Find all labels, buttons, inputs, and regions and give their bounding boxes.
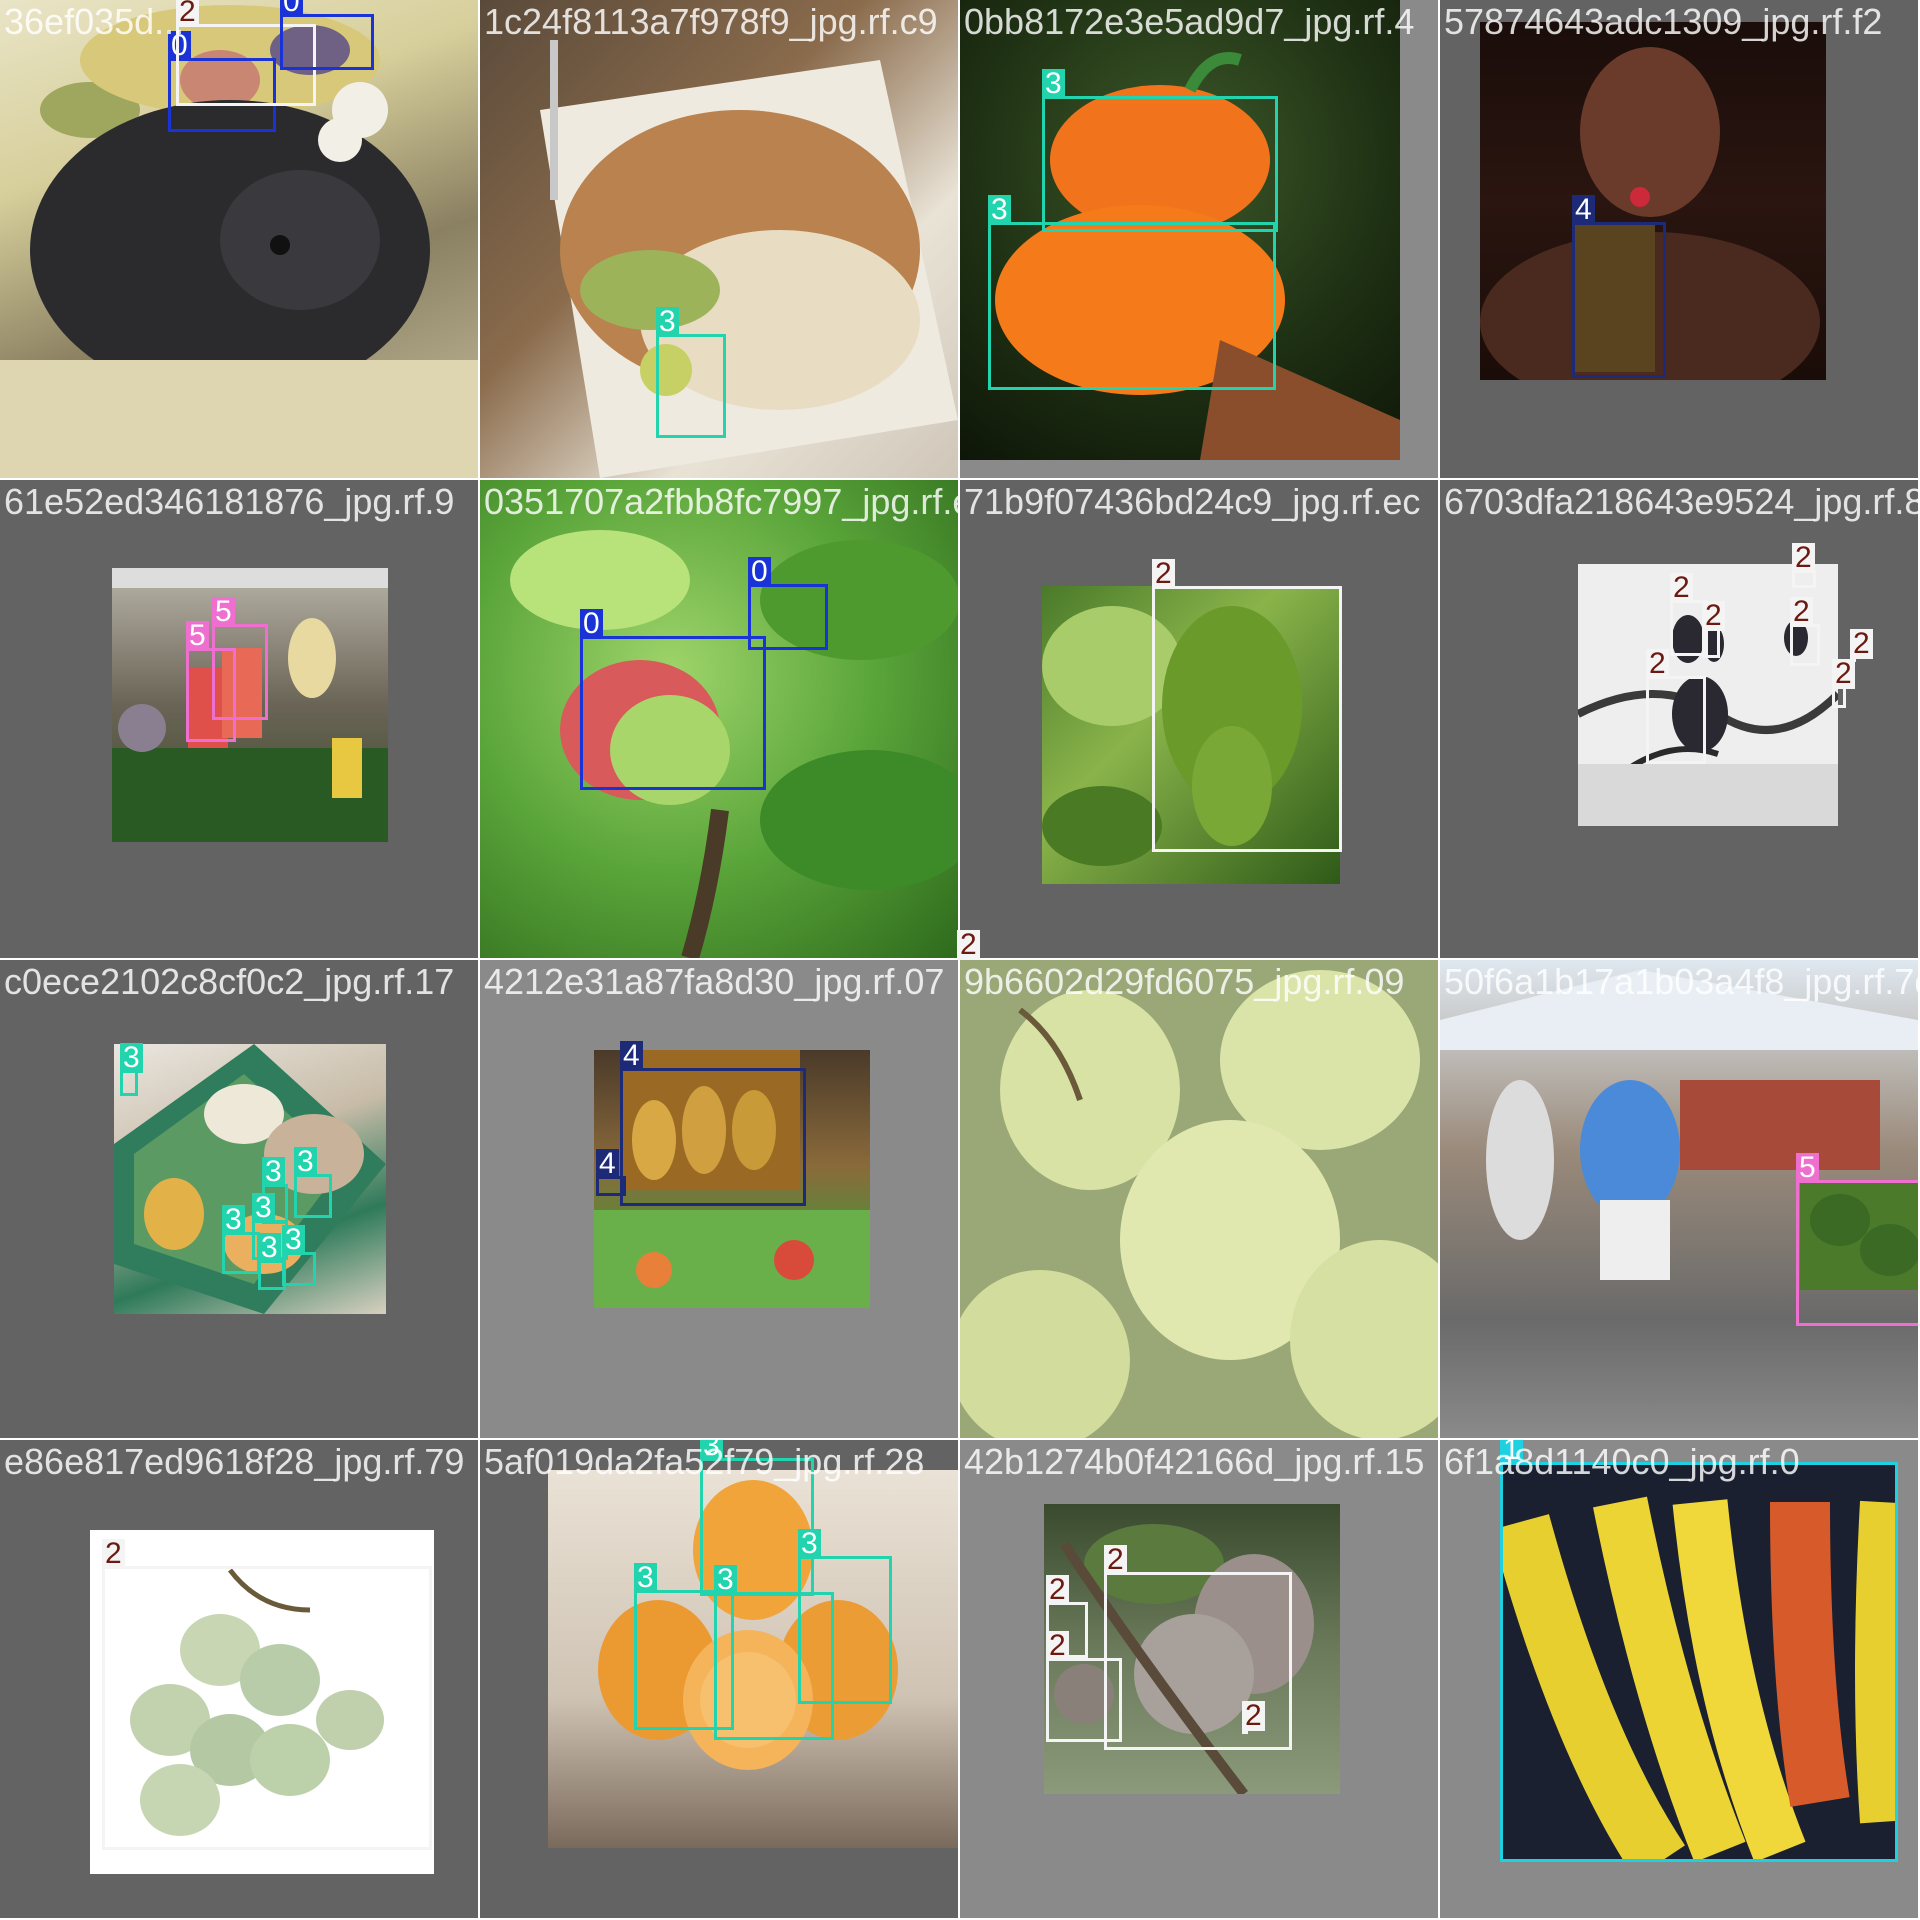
bbox-label: 0 xyxy=(580,609,603,639)
bbox-class-3[interactable]: 3 xyxy=(1042,69,1278,232)
bbox-label: 4 xyxy=(1572,195,1595,225)
tile-filename: 36ef035d... xyxy=(4,1,185,42)
tile-filename: 6703dfa218643e9524_jpg.rf.8 xyxy=(1444,481,1918,522)
bbox-class-3[interactable]: 3 xyxy=(282,1225,316,1286)
mosaic-tile[interactable]: 4 57874643adc1309_jpg.rf.f2 xyxy=(1440,0,1918,478)
bbox-label: 2 xyxy=(102,1539,125,1569)
tile-filename: c0ece2102c8cf0c2_jpg.rf.17 xyxy=(4,961,455,1002)
bbox-label: 2 xyxy=(1152,559,1175,589)
bbox-class-2[interactable]: 2 xyxy=(1792,543,1816,588)
mosaic-tile[interactable]: 3 3 3 3 5af019da2fa52f79_jpg.rf.28 xyxy=(480,1440,958,1918)
tile-filename: 5af019da2fa52f79_jpg.rf.28 xyxy=(484,1441,925,1482)
bbox-class-2[interactable]: 2 xyxy=(1832,659,1855,708)
bbox-label: 3 xyxy=(714,1565,737,1595)
bbox-class-0[interactable]: 0 xyxy=(280,0,374,70)
bbox-class-3[interactable]: 3 xyxy=(656,307,726,438)
bbox-label: 2 xyxy=(1702,601,1725,631)
bbox-label: 4 xyxy=(596,1149,619,1179)
bbox-class-2[interactable]: 2 xyxy=(1242,1701,1265,1734)
mosaic-tile[interactable]: 5 50f6a1b17a1b03a4f8_jpg.rf.7d xyxy=(1440,960,1918,1438)
tile-filename: 42b1274b0f42166d_jpg.rf.15 xyxy=(964,1441,1425,1482)
bbox-class-5[interactable]: 5 xyxy=(212,597,268,720)
bbox-label: 2 xyxy=(1792,543,1815,573)
bbox-label: 2 xyxy=(1850,629,1873,659)
bbox-label: 2 xyxy=(1790,597,1813,627)
mosaic-tile[interactable]: 2 71b9f07436bd24c9_jpg.rf.ec xyxy=(960,480,1438,958)
bbox-label: 3 xyxy=(282,1225,305,1255)
mosaic-tile[interactable]: 2 2 2 2 2 42b1274b0f42166d_jpg.rf.15 xyxy=(960,1440,1438,1918)
mosaic-tile[interactable]: 4 4 4212e31a87fa8d30_jpg.rf.07 xyxy=(480,960,958,1438)
bbox-label: 3 xyxy=(798,1529,821,1559)
mosaic-grid: 0 2 0 36ef035d... 3 1c24f8113a7f978f9_jp… xyxy=(0,0,1920,1920)
mosaic-tile[interactable]: 3 3 3 3 3 3 3 c0ece2102c8cf0c2_jpg.rf.17 xyxy=(0,960,478,1438)
bbox-label: 2 xyxy=(957,930,980,960)
tile-filename: e86e817ed9618f28_jpg.rf.79 xyxy=(4,1441,465,1482)
bbox-label: 0 xyxy=(280,0,303,17)
bbox-label: 0 xyxy=(748,557,771,587)
bbox-label: 2 xyxy=(1242,1701,1265,1731)
bbox-class-0[interactable]: 0 xyxy=(748,557,828,650)
bbox-class-2[interactable]: 2 xyxy=(1790,597,1820,666)
bbox-class-2[interactable]: 2 xyxy=(1850,629,1873,662)
bbox-label: 3 xyxy=(1042,69,1065,99)
mosaic-tile[interactable]: 1 6f1a8d1140c0_jpg.rf.0 xyxy=(1440,1440,1918,1918)
mosaic-tile[interactable]: 2 e86e817ed9618f28_jpg.rf.79 xyxy=(0,1440,478,1918)
mosaic-tile[interactable]: 5 5 61e52ed346181876_jpg.rf.9 xyxy=(0,480,478,958)
bbox-class-0[interactable]: 0 xyxy=(580,609,766,790)
mosaic-tile[interactable]: 0 0 0351707a2fbb8fc7997_jpg.rf.e9 xyxy=(480,480,958,958)
bbox-class-3[interactable]: 3 xyxy=(120,1043,143,1096)
bbox-label: 3 xyxy=(222,1205,245,1235)
bbox-label: 3 xyxy=(634,1563,657,1593)
bbox-label: 2 xyxy=(1104,1545,1127,1575)
mosaic-tile[interactable]: 9b6602d29fd6075_jpg.rf.09 xyxy=(960,960,1438,1438)
bbox-label: 3 xyxy=(252,1193,275,1223)
bbox-label: 3 xyxy=(656,307,679,337)
bbox-label: 2 xyxy=(1046,1631,1069,1661)
bbox-label: 3 xyxy=(258,1233,281,1263)
bbox-label: 2 xyxy=(1670,573,1693,603)
tile-filename: 61e52ed346181876_jpg.rf.9 xyxy=(4,481,455,522)
bbox-class-1[interactable]: 1 xyxy=(1500,1440,1898,1862)
bbox-label: 4 xyxy=(620,1041,643,1071)
mosaic-tile[interactable]: 0 2 0 36ef035d... xyxy=(0,0,478,478)
bbox-class-3[interactable]: 3 xyxy=(714,1565,834,1740)
bbox-class-3[interactable]: 3 xyxy=(988,195,1276,390)
bbox-class-4[interactable]: 4 xyxy=(596,1149,626,1196)
tile-filename: 4212e31a87fa8d30_jpg.rf.07 xyxy=(484,961,945,1002)
bbox-label: 3 xyxy=(262,1157,285,1187)
bbox-class-4[interactable]: 4 xyxy=(1572,195,1666,378)
bbox-class-2[interactable]: 2 xyxy=(1152,559,1342,852)
bbox-label: 3 xyxy=(988,195,1011,225)
tile-filename: 50f6a1b17a1b03a4f8_jpg.rf.7d xyxy=(1444,961,1918,1002)
bbox-label: 5 xyxy=(1796,1153,1819,1183)
bbox-label: 5 xyxy=(186,621,209,651)
bbox-label: 3 xyxy=(120,1043,143,1073)
bbox-label: 2 xyxy=(1832,659,1855,689)
bbox-class-5[interactable]: 5 xyxy=(1796,1153,1918,1326)
tile-filename: 0bb8172e3e5ad9d7_jpg.rf.4 xyxy=(964,1,1415,42)
tile-filename: 57874643adc1309_jpg.rf.f2 xyxy=(1444,1,1883,42)
tile-filename: 1c24f8113a7f978f9_jpg.rf.c9 xyxy=(484,1,938,42)
tile-filename: 9b6602d29fd6075_jpg.rf.09 xyxy=(964,961,1405,1002)
bbox-class-2[interactable]: 2 xyxy=(1646,649,1706,764)
grapes-closeup-image xyxy=(960,970,1438,1438)
bbox-class-2[interactable]: 2 xyxy=(1046,1631,1122,1742)
tile-filename: 6f1a8d1140c0_jpg.rf.0 xyxy=(1444,1441,1800,1482)
mosaic-tile[interactable]: 3 1c24f8113a7f978f9_jpg.rf.c9 xyxy=(480,0,958,478)
mosaic-tile[interactable]: 3 3 0bb8172e3e5ad9d7_jpg.rf.4 xyxy=(960,0,1438,478)
mosaic-tile[interactable]: 2 2 2 2 2 2 2 6703dfa218643e9524_jpg.rf.… xyxy=(1440,480,1918,958)
bbox-label: 5 xyxy=(212,597,235,627)
tile-image xyxy=(960,960,1438,1438)
bbox-class-4[interactable]: 4 xyxy=(620,1041,806,1206)
bbox-label: 3 xyxy=(294,1147,317,1177)
tile-filename: 0351707a2fbb8fc7997_jpg.rf.e9 xyxy=(484,481,958,522)
tile-filename: 71b9f07436bd24c9_jpg.rf.ec xyxy=(964,481,1421,522)
bbox-class-3[interactable]: 3 xyxy=(294,1147,332,1218)
bbox-class-2[interactable]: 2 xyxy=(102,1539,432,1850)
bbox-class-2[interactable]: 2 xyxy=(1702,601,1725,658)
bbox-label: 2 xyxy=(1646,649,1669,679)
bbox-label: 2 xyxy=(1046,1575,1069,1605)
